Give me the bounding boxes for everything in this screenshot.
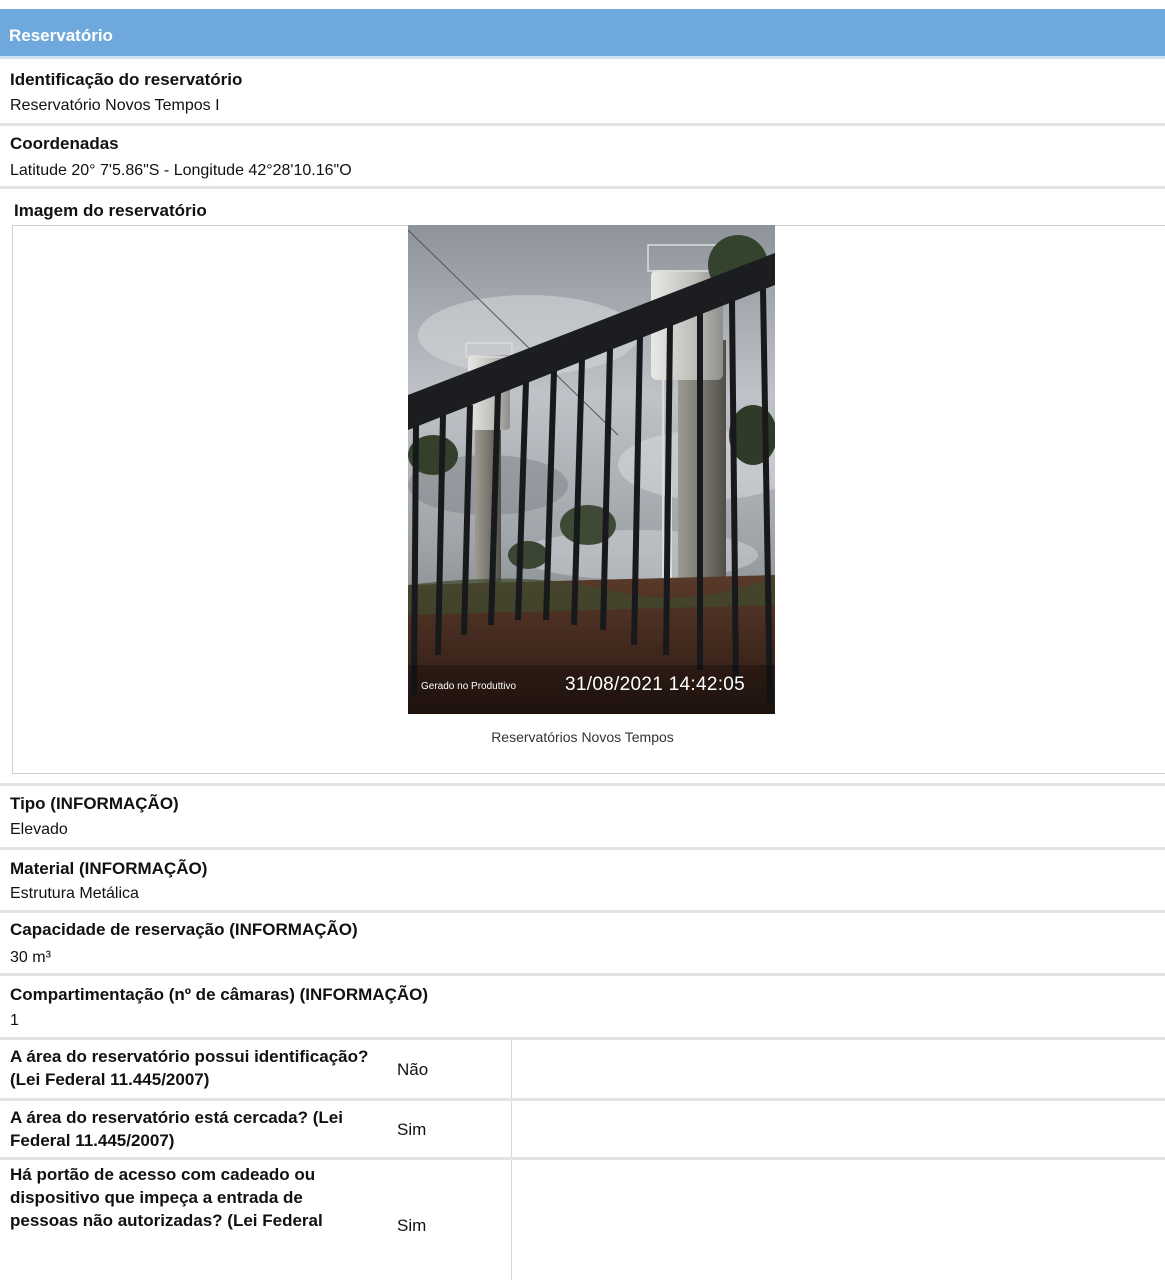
field-value: Elevado	[10, 821, 68, 838]
field-value: 1	[10, 1012, 19, 1029]
table-row: A área do reservatório possui identifica…	[0, 1040, 1165, 1098]
field-imagem: Imagem do reservatório	[0, 189, 1165, 220]
table-row: A área do reservatório está cercada? (Le…	[0, 1101, 1165, 1157]
field-label: Tipo (INFORMAÇÃO)	[10, 794, 179, 813]
field-value: Estrutura Metálica	[10, 885, 139, 902]
field-material: Material (INFORMAÇÃO) Estrutura Metálica	[0, 850, 1165, 910]
answer-text: Sim	[397, 1120, 427, 1139]
field-coordenadas: Coordenadas Latitude 20° 7'5.86"S - Long…	[0, 126, 1165, 186]
field-label: Compartimentação (nº de câmaras) (INFORM…	[10, 985, 429, 1004]
question-text: A área do reservatório possui identifica…	[10, 1047, 369, 1089]
question-text: A área do reservatório está cercada? (Le…	[10, 1108, 343, 1150]
field-value: Reservatório Novos Tempos I	[10, 97, 220, 114]
section-title: Reservatório	[9, 26, 113, 45]
table-row: Há portão de acesso com cadeado ou dispo…	[0, 1160, 1165, 1280]
field-capacidade: Capacidade de reservação (INFORMAÇÃO) 30…	[0, 913, 1165, 973]
field-value: Latitude 20° 7'5.86"S - Longitude 42°28'…	[10, 162, 352, 179]
field-label: Capacidade de reservação (INFORMAÇÃO)	[10, 920, 358, 939]
reservoir-photo[interactable]	[408, 225, 775, 714]
section-header: Reservatório	[0, 9, 1165, 59]
photo-watermark-datetime: 31/08/2021 14:42:05	[565, 674, 746, 695]
answer-text: Sim	[397, 1216, 427, 1235]
field-label: Coordenadas	[10, 134, 119, 153]
image-caption: Reservatórios Novos Tempos	[491, 729, 674, 745]
field-value: 30 m³	[10, 949, 51, 966]
field-tipo: Tipo (INFORMAÇÃO) Elevado	[0, 786, 1165, 846]
field-label: Identificação do reservatório	[10, 70, 243, 89]
answer-text: Não	[397, 1060, 429, 1079]
question-text: Há portão de acesso com cadeado ou dispo…	[10, 1165, 323, 1230]
field-label: Material (INFORMAÇÃO)	[10, 859, 208, 878]
field-label: Imagem do reservatório	[14, 201, 207, 220]
field-identificacao: Identificação do reservatório Reservatór…	[0, 59, 1165, 124]
photo-watermark-app: Gerado no Produttivo	[421, 681, 517, 692]
field-compartimentacao: Compartimentação (nº de câmaras) (INFORM…	[0, 976, 1165, 1036]
